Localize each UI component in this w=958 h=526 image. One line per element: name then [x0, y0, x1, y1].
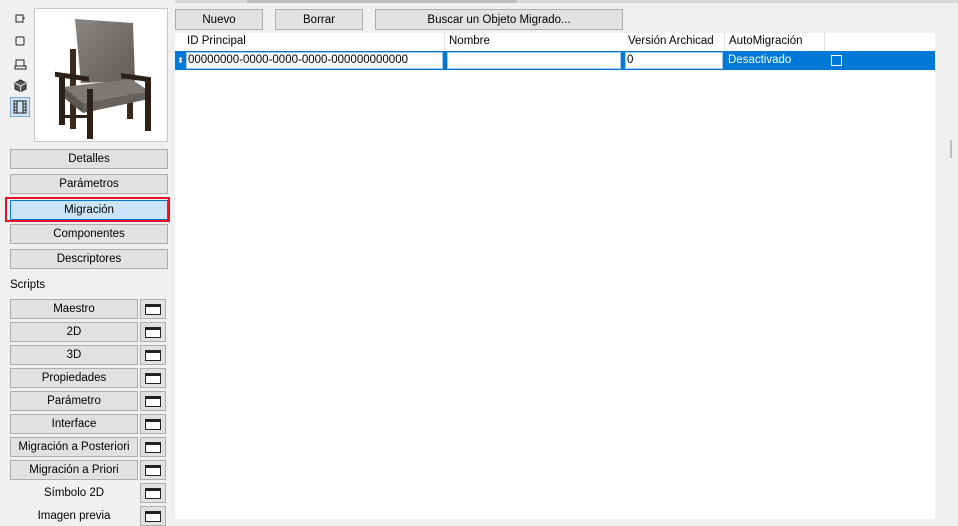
migration-highlight-frame — [5, 197, 170, 222]
details-button[interactable]: Detalles — [10, 149, 168, 169]
parameters-button[interactable]: Parámetros — [10, 174, 168, 194]
right-panel-edge — [935, 33, 958, 519]
open-window-icon[interactable] — [140, 483, 166, 503]
script-preview-image-button[interactable]: Imagen previa — [10, 506, 138, 526]
preview-film-icon[interactable] — [10, 97, 30, 117]
name-field[interactable] — [447, 52, 621, 69]
left-panel: Detalles Parámetros Migración Componente… — [0, 0, 175, 526]
plan-view-icon[interactable] — [11, 55, 29, 73]
find-migrated-object-button[interactable]: Buscar un Objeto Migrado... — [375, 9, 623, 30]
open-window-icon[interactable] — [140, 506, 166, 526]
armchair-image — [55, 19, 151, 139]
new-button[interactable]: Nuevo — [175, 9, 263, 30]
descriptors-button[interactable]: Descriptores — [10, 249, 168, 269]
tab-active[interactable] — [247, 0, 517, 3]
script-2d-button[interactable]: 2D — [10, 322, 138, 342]
automigration-checkbox[interactable] — [831, 55, 842, 66]
id-field[interactable]: 00000000-0000-0000-0000-000000000000 — [186, 52, 443, 69]
components-button[interactable]: Componentes — [10, 224, 168, 244]
script-backward-migration-button[interactable]: Migración a Posteriori — [10, 437, 138, 457]
3d-box-icon[interactable] — [11, 32, 29, 50]
script-master-button[interactable]: Maestro — [10, 299, 138, 319]
script-parameter-button[interactable]: Parámetro — [10, 391, 138, 411]
version-field[interactable]: 0 — [625, 52, 723, 69]
table-row[interactable]: ⬍ 00000000-0000-0000-0000-000000000000 0… — [175, 51, 935, 70]
open-window-icon[interactable] — [140, 368, 166, 388]
2d-symbol-icon[interactable] — [11, 10, 29, 28]
3d-cube-icon[interactable] — [11, 76, 29, 94]
column-header-name[interactable]: Nombre — [445, 33, 625, 50]
column-header-auto[interactable]: AutoMigración — [725, 33, 825, 50]
column-header-id[interactable]: ID Principal — [183, 33, 445, 50]
migration-table: ID Principal Nombre Versión Archicad Aut… — [175, 33, 935, 519]
open-window-icon[interactable] — [140, 391, 166, 411]
script-interface-button[interactable]: Interface — [10, 414, 138, 434]
open-window-icon[interactable] — [140, 299, 166, 319]
column-header-version[interactable]: Versión Archicad — [624, 33, 725, 50]
open-window-icon[interactable] — [140, 437, 166, 457]
row-drag-handle-icon[interactable]: ⬍ — [175, 51, 186, 70]
scrollbar-thumb[interactable] — [950, 140, 952, 158]
object-preview — [34, 8, 168, 142]
script-2d-symbol-button[interactable]: Símbolo 2D — [10, 483, 138, 503]
open-window-icon[interactable] — [140, 414, 166, 434]
tab-strip — [175, 0, 958, 3]
scripts-section-label: Scripts — [10, 279, 46, 291]
open-window-icon[interactable] — [140, 345, 166, 365]
open-window-icon[interactable] — [140, 322, 166, 342]
open-window-icon[interactable] — [140, 460, 166, 480]
script-properties-button[interactable]: Propiedades — [10, 368, 138, 388]
script-3d-button[interactable]: 3D — [10, 345, 138, 365]
delete-button[interactable]: Borrar — [275, 9, 363, 30]
automigration-status: Desactivado — [728, 54, 792, 66]
script-forward-migration-button[interactable]: Migración a Priori — [10, 460, 138, 480]
